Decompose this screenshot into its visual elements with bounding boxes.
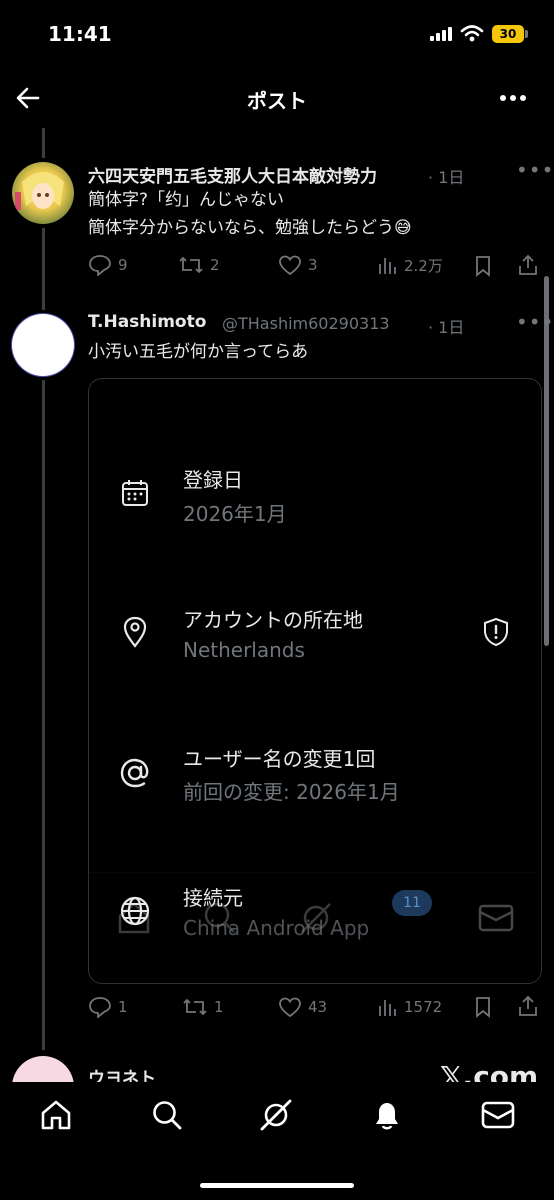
author-name[interactable]: 六四天安門五毛支那人大日本敵対勢力: [88, 162, 377, 187]
globe-icon: [120, 896, 150, 926]
views-button[interactable]: 1572: [376, 996, 442, 1018]
ghost-notification-badge: 11: [392, 890, 432, 916]
like-button[interactable]: 43: [278, 996, 327, 1018]
views-count: 2.2万: [404, 256, 443, 275]
repost-icon: [179, 256, 203, 274]
post-time: · 1日: [428, 168, 465, 187]
post-more-icon[interactable]: •••: [516, 158, 554, 182]
reply-count: 9: [118, 256, 128, 274]
location-pin-icon: [123, 616, 147, 648]
at-sign-icon: [120, 758, 149, 788]
search-icon[interactable]: [150, 1098, 184, 1132]
calendar-icon: [122, 480, 148, 506]
thread-line: [42, 228, 45, 310]
bookmark-icon[interactable]: [472, 995, 494, 1019]
reply-icon: [89, 255, 111, 276]
reply-button[interactable]: 1: [88, 996, 128, 1018]
more-options-icon[interactable]: [498, 84, 528, 112]
account-location-label: アカウントの所在地: [183, 608, 363, 632]
shield-icon[interactable]: [482, 617, 510, 647]
status-time: 11:41: [48, 22, 112, 46]
reply-count: 1: [118, 998, 128, 1016]
messages-mail-icon[interactable]: [480, 1098, 516, 1132]
bookmark-icon[interactable]: [472, 254, 494, 278]
post-text-line: 簡体字分からないなら、勉強したらどう😅: [88, 218, 412, 238]
post-time: · 1日: [428, 318, 465, 337]
page-title: ポスト: [247, 89, 307, 113]
post-more-icon[interactable]: •••: [516, 310, 554, 334]
heart-icon: [279, 997, 301, 1018]
reply-button[interactable]: 9: [88, 254, 128, 276]
author-handle[interactable]: @THashim60290313: [222, 314, 390, 333]
username-changes-value: 前回の変更: 2026年1月: [183, 780, 400, 804]
avatar[interactable]: [12, 314, 74, 376]
wifi-icon: [460, 25, 484, 42]
share-icon[interactable]: [516, 994, 540, 1018]
username-changes-label: ユーザー名の変更1回: [183, 747, 376, 771]
like-count: 3: [308, 256, 318, 274]
home-indicator: [200, 1183, 354, 1188]
like-count: 43: [308, 998, 328, 1016]
views-button[interactable]: 2.2万: [376, 254, 443, 276]
post-text-line: 小汚い五毛が何か言ってらあ: [88, 342, 309, 362]
thread-line: [42, 128, 45, 158]
repost-count: 1: [214, 998, 224, 1016]
reply-icon: [89, 997, 111, 1018]
joined-date-value: 2026年1月: [183, 502, 287, 526]
heart-icon: [279, 255, 301, 276]
views-icon: [379, 1000, 396, 1016]
signal-icon: [430, 27, 452, 41]
grok-icon[interactable]: [258, 1097, 294, 1133]
repost-icon: [183, 998, 207, 1016]
post-text-line: 簡体字?「约」んじゃない: [88, 190, 285, 210]
repost-button[interactable]: 2: [178, 254, 220, 276]
repost-count: 2: [210, 256, 220, 274]
notifications-bell-icon[interactable]: [370, 1098, 404, 1132]
account-location-value: Netherlands: [183, 638, 305, 662]
home-icon[interactable]: [39, 1098, 73, 1132]
share-icon[interactable]: [516, 253, 540, 277]
views-icon: [379, 258, 396, 274]
like-button[interactable]: 3: [278, 254, 318, 276]
connected-via-label: 接続元: [183, 886, 243, 910]
views-count: 1572: [404, 998, 443, 1016]
thread-line: [42, 380, 45, 1050]
repost-button[interactable]: 1: [182, 996, 224, 1018]
ghost-mail-icon: [478, 904, 514, 932]
author-name[interactable]: T.Hashimoto: [88, 312, 206, 332]
connected-via-value: China Android App: [183, 916, 370, 940]
joined-date-label: 登録日: [183, 468, 243, 492]
battery-cap: [525, 30, 528, 38]
anime-avatar-art: [15, 172, 64, 210]
battery-indicator: 30: [492, 25, 524, 43]
avatar[interactable]: [12, 162, 74, 224]
status-bar: 11:41 30: [0, 0, 554, 70]
